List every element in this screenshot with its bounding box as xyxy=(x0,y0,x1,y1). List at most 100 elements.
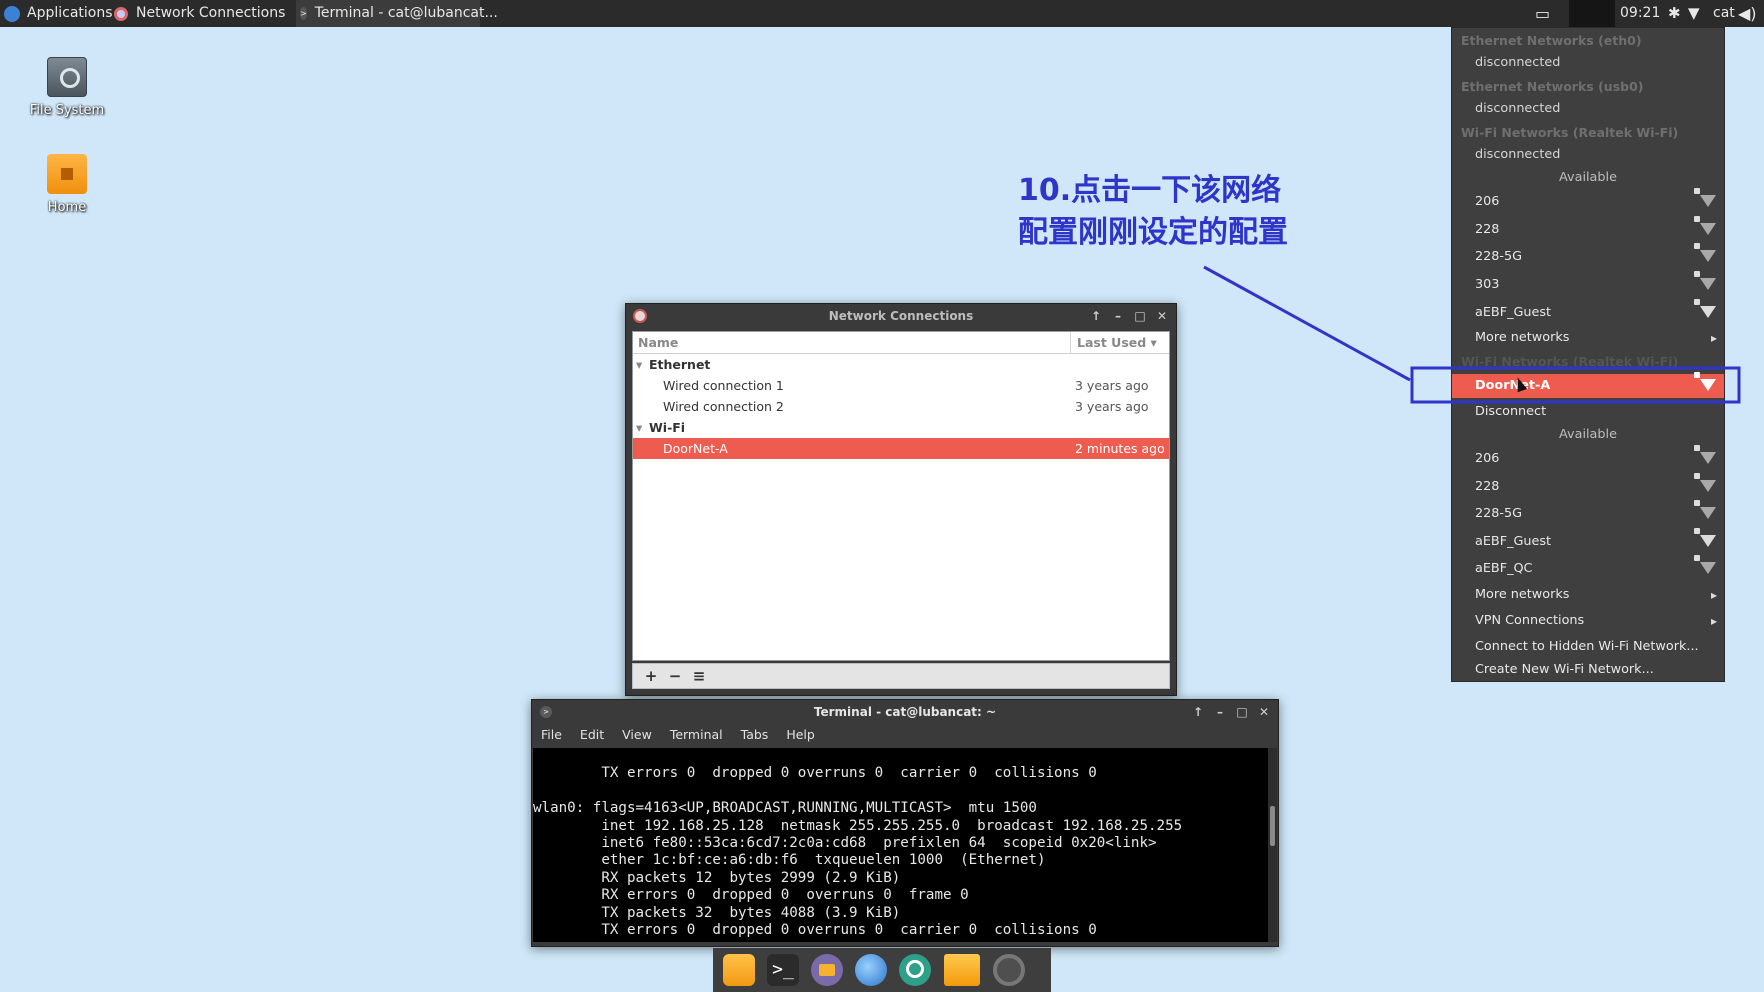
network-name: 228-5G xyxy=(1475,506,1523,521)
desktop-file-system[interactable]: File System xyxy=(12,57,122,118)
terminal-app-icon: > xyxy=(540,706,552,718)
menu-header-eth0: Ethernet Networks (eth0) xyxy=(1461,33,1642,48)
connect-hidden-network-item[interactable]: Connect to Hidden Wi-Fi Network... xyxy=(1452,635,1724,659)
menu-view[interactable]: View xyxy=(622,724,652,745)
menu-help[interactable]: Help xyxy=(786,724,815,745)
file-system-label: File System xyxy=(29,103,105,118)
eth0-status: disconnected xyxy=(1475,55,1561,70)
wifi-network-item[interactable]: aEBF_Guest xyxy=(1452,299,1724,325)
connection-name: DoorNet-A xyxy=(663,441,728,456)
wifi-network-item[interactable]: 228-5G xyxy=(1452,243,1724,269)
applications-menu[interactable]: Applications xyxy=(4,0,113,27)
connection-row-selected[interactable]: DoorNet-A 2 minutes ago xyxy=(633,438,1169,459)
terminal-icon: >_ xyxy=(767,954,799,986)
menu-edit[interactable]: Edit xyxy=(580,724,604,745)
wifi-network-item[interactable]: 303 xyxy=(1452,271,1724,297)
window-minimize-button[interactable]: – xyxy=(1112,304,1124,328)
terminal-output[interactable]: TX errors 0 dropped 0 overruns 0 carrier… xyxy=(533,748,1268,942)
home-folder-icon xyxy=(47,154,87,194)
network-name: 228 xyxy=(1475,222,1500,237)
dock-camera[interactable] xyxy=(987,950,1031,990)
taskbar-network-connections[interactable]: Network Connections xyxy=(114,0,285,27)
group-wifi[interactable]: Wi-Fi xyxy=(633,417,1169,438)
connected-network-item[interactable]: DoorNet-A xyxy=(1452,372,1724,398)
terminal-line: inet6 fe80::53ca:6cd7:2c0a:cd68 prefixle… xyxy=(533,835,1157,852)
terminal-line: RX packets 12 bytes 2999 (2.9 KiB) xyxy=(533,869,901,886)
panel-workspace-area[interactable] xyxy=(1569,0,1615,27)
display-icon[interactable]: ▭ xyxy=(1535,0,1550,27)
connection-row[interactable]: Wired connection 2 3 years ago xyxy=(633,396,1169,417)
taskbar-terminal[interactable]: > Terminal - cat@lubancat... xyxy=(296,0,498,27)
vpn-connections-submenu[interactable]: VPN Connections xyxy=(1452,609,1724,633)
bluetooth-icon[interactable]: ✱ xyxy=(1668,0,1681,27)
window-title: Network Connections xyxy=(828,309,974,323)
connections-toolbar: + − ≡ xyxy=(632,663,1170,689)
network-connections-icon xyxy=(114,6,128,21)
connection-last-used: 3 years ago xyxy=(1075,378,1149,393)
dock-terminal[interactable]: >_ xyxy=(761,950,805,990)
terminal-scrollbar[interactable] xyxy=(1268,748,1277,942)
create-new-network-item[interactable]: Create New Wi-Fi Network... xyxy=(1452,658,1724,682)
top-panel: Applications Network Connections > Termi… xyxy=(0,0,1764,27)
connection-row[interactable]: Wired connection 1 3 years ago xyxy=(633,375,1169,396)
camera-icon xyxy=(993,954,1025,986)
wifi-network-item[interactable]: 206 xyxy=(1452,445,1724,471)
dock: >_ xyxy=(713,948,1051,992)
wifi-network-item[interactable]: 206 xyxy=(1452,188,1724,214)
network-name: 228 xyxy=(1475,479,1500,494)
terminal-titlebar[interactable]: > Terminal - cat@lubancat: ~ ↑ – □ ✕ xyxy=(532,700,1278,724)
volume-icon[interactable]: ◀) xyxy=(1738,0,1757,27)
remove-connection-button[interactable]: − xyxy=(663,667,687,685)
terminal-menubar: File Edit View Terminal Tabs Help xyxy=(532,724,1278,745)
wifi-network-item[interactable]: 228 xyxy=(1452,473,1724,499)
search-icon xyxy=(899,954,931,986)
group-ethernet[interactable]: Ethernet xyxy=(633,354,1169,375)
menu-header-wifi: Wi-Fi Networks (Realtek Wi-Fi) xyxy=(1461,125,1679,140)
window-maximize-button[interactable]: □ xyxy=(1236,700,1248,724)
menu-header-usb0: Ethernet Networks (usb0) xyxy=(1461,79,1644,94)
group-label: Ethernet xyxy=(649,357,711,372)
terminal-line: ​ xyxy=(533,783,1268,800)
window-close-button[interactable]: ✕ xyxy=(1258,700,1270,724)
wifi-network-item[interactable]: aEBF_QC xyxy=(1452,555,1724,581)
dock-files[interactable] xyxy=(717,950,761,990)
edit-connection-button[interactable]: ≡ xyxy=(687,667,711,685)
add-connection-button[interactable]: + xyxy=(639,667,663,685)
dock-search[interactable] xyxy=(893,950,937,990)
window-minimize-button[interactable]: – xyxy=(1214,700,1226,724)
annotation-line-2: 配置刚刚设定的配置 xyxy=(1018,215,1288,250)
wifi-icon[interactable]: ▼ xyxy=(1688,0,1700,27)
network-name: 303 xyxy=(1475,277,1500,292)
wifi-network-item[interactable]: aEBF_Guest xyxy=(1452,528,1724,554)
window-shade-button[interactable]: ↑ xyxy=(1090,304,1102,328)
dock-web-browser[interactable] xyxy=(849,950,893,990)
menu-tabs[interactable]: Tabs xyxy=(741,724,769,745)
menu-terminal[interactable]: Terminal xyxy=(670,724,723,745)
window-shade-button[interactable]: ↑ xyxy=(1192,700,1204,724)
terminal-line: wlan0: flags=4163<UP,BROADCAST,RUNNING,M… xyxy=(533,800,1037,817)
window-titlebar[interactable]: Network Connections ↑ – □ ✕ xyxy=(626,304,1176,328)
network-name: 228-5G xyxy=(1475,249,1523,264)
more-networks-submenu-2[interactable]: More networks xyxy=(1452,583,1724,607)
menu-header-wifi-2: Wi-Fi Networks (Realtek Wi-Fi) xyxy=(1461,354,1679,369)
clock[interactable]: 09:21 xyxy=(1620,0,1660,27)
file-manager-icon xyxy=(811,954,843,986)
network-name: aEBF_QC xyxy=(1475,561,1533,576)
disconnect-item[interactable]: Disconnect xyxy=(1452,400,1724,424)
window-maximize-button[interactable]: □ xyxy=(1134,304,1146,328)
column-last-used[interactable]: Last Used ▾ xyxy=(1071,332,1169,353)
connection-name: Wired connection 1 xyxy=(663,378,784,393)
dock-folder[interactable] xyxy=(937,950,987,990)
column-name[interactable]: Name xyxy=(633,332,1071,353)
dock-file-manager[interactable] xyxy=(805,950,849,990)
wifi-network-item[interactable]: 228 xyxy=(1452,216,1724,242)
terminal-line: TX errors 0 dropped 0 overruns 0 carrier… xyxy=(533,922,1097,939)
desktop-home[interactable]: Home xyxy=(12,154,122,215)
wifi-network-item[interactable]: 228-5G xyxy=(1452,500,1724,526)
network-connections-window: Network Connections ↑ – □ ✕ Name Last Us… xyxy=(625,303,1177,696)
menu-file[interactable]: File xyxy=(541,724,562,745)
window-close-button[interactable]: ✕ xyxy=(1156,304,1168,328)
scrollbar-thumb[interactable] xyxy=(1270,806,1275,846)
more-networks-submenu[interactable]: More networks xyxy=(1452,326,1724,350)
user-menu[interactable]: cat xyxy=(1713,0,1735,27)
